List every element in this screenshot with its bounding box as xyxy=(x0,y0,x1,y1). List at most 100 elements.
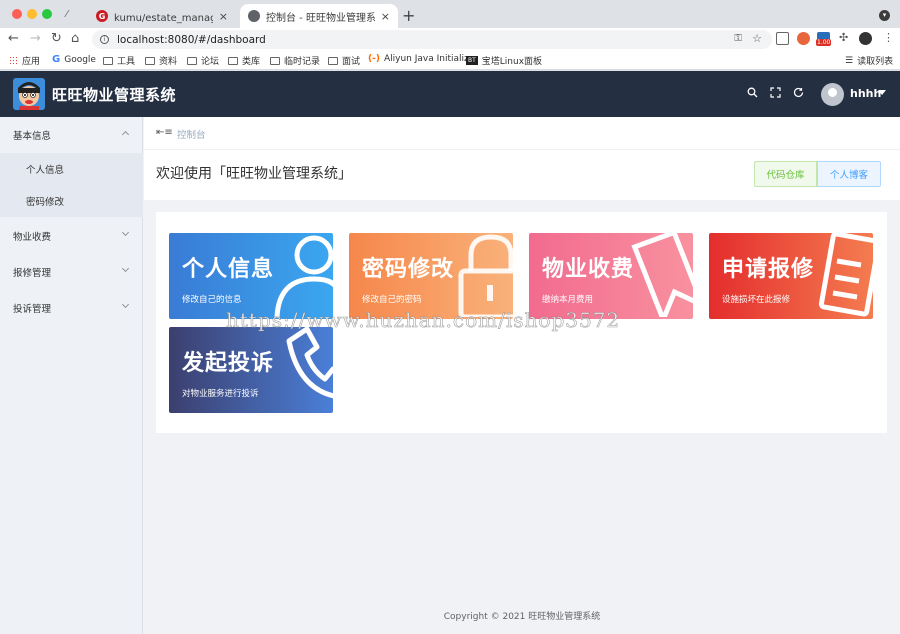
tab-kumu[interactable]: G kumu/estate_management - 码 × xyxy=(88,4,236,28)
fullscreen-icon[interactable] xyxy=(770,87,781,101)
document-icon xyxy=(818,233,873,317)
card-complaint[interactable]: 发起投诉 对物业服务进行投诉 xyxy=(169,327,333,413)
caret-down-icon[interactable] xyxy=(878,90,886,95)
sidebar-item-label: 密码修改 xyxy=(26,197,65,208)
sidebar-item-repairs[interactable]: 报修管理 xyxy=(0,254,143,290)
tab-dashboard[interactable]: 控制台 - 旺旺物业管理系统 × xyxy=(240,4,398,28)
extension-icon[interactable] xyxy=(776,32,789,45)
footer: Copyright © 2021 旺旺物业管理系统 xyxy=(443,612,601,622)
close-tab-icon[interactable]: × xyxy=(381,10,390,23)
globe-icon xyxy=(248,10,260,22)
blog-button[interactable]: 个人博客 xyxy=(817,161,881,187)
bookmark-folder[interactable]: 论坛 xyxy=(187,54,219,67)
sidebar-item-label: 投诉管理 xyxy=(13,304,52,315)
sidebar: 基本信息 个人信息 密码修改 物业收费 报修管理 投诉管理 xyxy=(0,117,143,634)
app-header: 旺旺物业管理系统 hhhh xyxy=(0,71,900,117)
google-icon: G xyxy=(52,54,61,65)
card-desc: 修改自己的信息 xyxy=(182,295,242,305)
bookmark-label: 临时记录 xyxy=(284,57,321,67)
tab-search-icon[interactable]: ▾ xyxy=(879,10,890,21)
reload-icon[interactable]: ↻ xyxy=(51,31,62,46)
sidebar-item-basic-info[interactable]: 基本信息 xyxy=(0,117,143,153)
puzzle-icon[interactable]: ✣ xyxy=(839,31,848,44)
address-bar[interactable]: i localhost:8080/#/dashboard ⚿ ☆ xyxy=(92,30,772,49)
site-info-icon[interactable]: i xyxy=(100,35,109,44)
code-repo-button[interactable]: 代码仓库 xyxy=(754,161,817,187)
new-tab-button[interactable]: + xyxy=(402,6,415,25)
bookmark-folder[interactable]: 面试 xyxy=(328,54,360,67)
folder-icon xyxy=(103,56,113,65)
sidebar-item-label: 报修管理 xyxy=(13,268,52,279)
maximize-window-button[interactable] xyxy=(42,9,52,19)
close-window-button[interactable] xyxy=(12,9,22,19)
bookmark-label: Aliyun Java Initializr xyxy=(383,54,473,64)
card-title: 物业收费 xyxy=(542,257,635,282)
sidebar-item-fees[interactable]: 物业收费 xyxy=(0,218,143,254)
card-fees[interactable]: 物业收费 缴纳本月费用 xyxy=(529,233,693,319)
reading-list-icon: ☰ xyxy=(845,55,854,66)
bookmark-label: 资料 xyxy=(159,57,178,67)
bookmark-folder[interactable]: 工具 xyxy=(103,54,135,67)
sidebar-item-label: 个人信息 xyxy=(26,165,65,176)
refresh-icon[interactable] xyxy=(793,87,804,101)
reading-list[interactable]: ☰ 读取列表 xyxy=(845,54,894,68)
minimize-window-button[interactable] xyxy=(27,9,37,19)
username[interactable]: hhhh xyxy=(850,87,881,100)
phone-icon xyxy=(286,327,333,399)
apps-grid-icon xyxy=(9,56,18,65)
collapse-sidebar-icon[interactable]: ⇤≡ xyxy=(156,127,173,138)
bookmark-label: 论坛 xyxy=(201,57,220,67)
bookmark-aliyun[interactable]: (-) Aliyun Java Initializr xyxy=(368,54,472,64)
key-icon[interactable]: ⚿ xyxy=(734,33,742,44)
bookmark-label: 应用 xyxy=(22,57,41,67)
card-password[interactable]: 密码修改 修改自己的密码 xyxy=(349,233,513,319)
muted-tab-icon[interactable]: ⁄ xyxy=(66,9,68,20)
app-title: 旺旺物业管理系统 xyxy=(52,86,177,104)
main-content: ⇤≡ 控制台 欢迎使用「旺旺物业管理系统」 代码仓库 个人博客 个人信息 修改自… xyxy=(144,117,900,634)
chevron-up-icon xyxy=(121,130,130,139)
profile-icon[interactable] xyxy=(859,32,872,45)
tab-title: 控制台 - 旺旺物业管理系统 xyxy=(266,12,375,24)
card-title: 发起投诉 xyxy=(182,351,275,376)
app: 旺旺物业管理系统 hhhh 基本信息 个人信息 密码修改 物业收费 报修管理 投… xyxy=(0,71,900,634)
tab-title: kumu/estate_management - 码 xyxy=(114,12,213,24)
card-repair[interactable]: 申请报修 设施损坏在此报修 xyxy=(709,233,873,319)
bookmark-label: 宝塔Linux面板 xyxy=(481,57,543,67)
bookmark-bt[interactable]: BT 宝塔Linux面板 xyxy=(466,54,542,67)
breadcrumb[interactable]: 控制台 xyxy=(177,127,206,141)
chevron-down-icon xyxy=(121,228,130,237)
bookmark-google[interactable]: G Google xyxy=(52,54,96,65)
bookmark-folder[interactable]: 类库 xyxy=(228,54,260,67)
bookmark-folder[interactable]: 资料 xyxy=(145,54,177,67)
browser-tabstrip: ⁄ G kumu/estate_management - 码 × 控制台 - 旺… xyxy=(0,0,900,28)
home-icon[interactable]: ⌂ xyxy=(71,31,79,46)
forward-icon[interactable]: → xyxy=(30,31,41,46)
welcome-bar: 欢迎使用「旺旺物业管理系统」 代码仓库 个人博客 xyxy=(144,149,900,200)
sidebar-item-label: 物业收费 xyxy=(13,232,52,243)
bookmarks-bar: 应用 G Google 工具 资料 论坛 类库 临时记录 面试 (-) Aliyun… xyxy=(0,50,900,70)
bookmark-label: Google xyxy=(64,54,96,65)
extension-icon[interactable] xyxy=(797,32,810,45)
bookmark-apps[interactable]: 应用 xyxy=(9,54,40,67)
search-icon[interactable] xyxy=(747,87,758,101)
more-menu-icon[interactable]: ⋮ xyxy=(883,31,894,44)
bookmark-icon xyxy=(631,233,693,317)
bookmark-star-icon[interactable]: ☆ xyxy=(752,32,762,45)
lock-icon xyxy=(458,234,513,317)
user-icon xyxy=(274,235,333,317)
card-profile[interactable]: 个人信息 修改自己的信息 xyxy=(169,233,333,319)
back-icon[interactable]: ← xyxy=(8,31,19,46)
reading-list-label: 读取列表 xyxy=(857,57,894,67)
close-tab-icon[interactable]: × xyxy=(219,10,228,23)
sidebar-subitem-profile[interactable]: 个人信息 xyxy=(0,153,143,185)
extension-icon[interactable]: 1.00 xyxy=(816,32,832,46)
sidebar-subitem-password[interactable]: 密码修改 xyxy=(0,185,143,217)
chevron-down-icon xyxy=(121,300,130,309)
card-desc: 设施损坏在此报修 xyxy=(722,295,791,305)
logo xyxy=(13,78,45,110)
extension-badge: 1.00 xyxy=(816,39,832,46)
aliyun-icon: (-) xyxy=(368,54,380,64)
bookmark-folder[interactable]: 临时记录 xyxy=(270,54,320,67)
sidebar-item-complaints[interactable]: 投诉管理 xyxy=(0,290,143,326)
avatar[interactable] xyxy=(821,83,844,106)
